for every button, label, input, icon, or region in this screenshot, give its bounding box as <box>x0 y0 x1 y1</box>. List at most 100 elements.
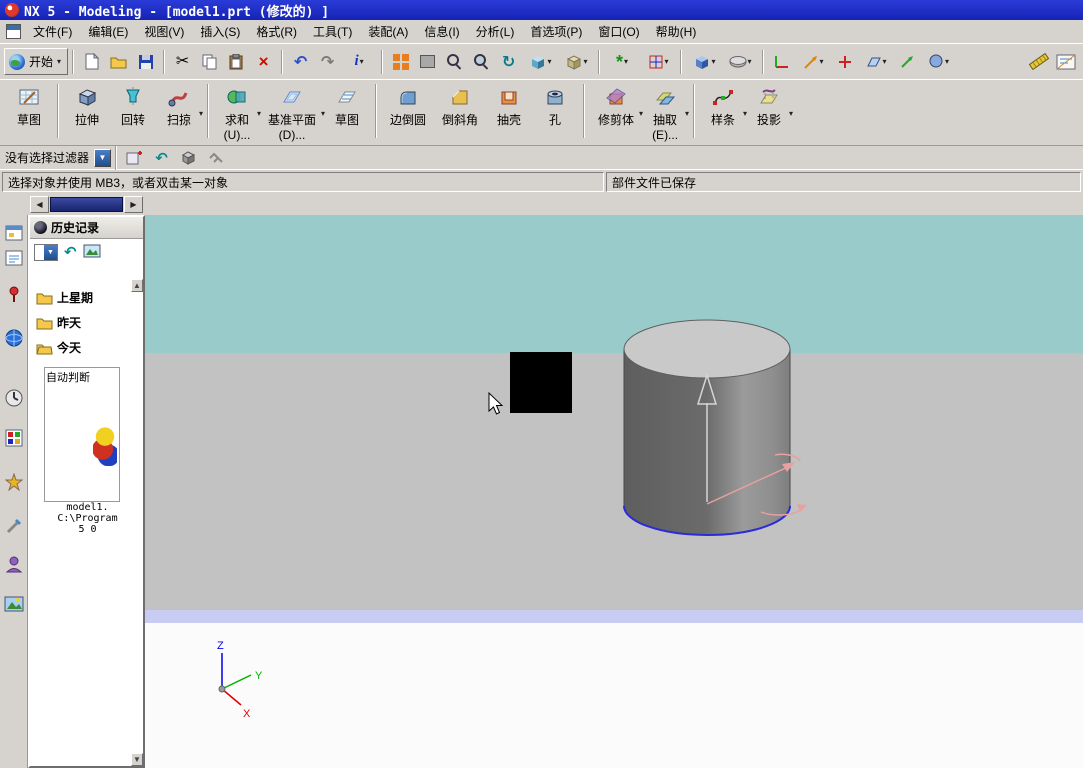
chamfer-button[interactable]: 倒斜角 <box>434 82 486 129</box>
chevron-down-icon[interactable]: ▾ <box>883 57 887 66</box>
cut-button[interactable]: ✂ <box>169 49 196 75</box>
part-navigator-icon[interactable] <box>3 247 25 269</box>
titlebar[interactable]: NX 5 - Modeling - [model1.prt (修改的) ] <box>0 0 1083 20</box>
fit-view-button[interactable] <box>387 49 414 75</box>
history-folder-today[interactable]: 今天 <box>36 335 139 360</box>
scroll-up-button[interactable]: ▲ <box>131 279 143 292</box>
menu-view[interactable]: 视图(V) <box>136 20 192 43</box>
project-curve-button[interactable]: 投影 ▾ <box>746 82 792 129</box>
sweep-button[interactable]: 扫掠 ▾ <box>156 82 202 129</box>
revolve-button[interactable]: 回转 <box>110 82 156 129</box>
chevron-down-icon[interactable]: ▾ <box>548 57 552 66</box>
system-materials-icon[interactable] <box>3 427 25 449</box>
menu-assemblies[interactable]: 装配(A) <box>360 20 416 43</box>
menu-help[interactable]: 帮助(H) <box>648 20 705 43</box>
roles-user-icon[interactable] <box>3 553 25 575</box>
graphics-window[interactable]: Z Y X <box>145 215 1083 768</box>
chevron-down-icon[interactable]: ▾ <box>584 57 588 66</box>
start-button[interactable]: 开始 ▾ <box>4 48 68 75</box>
chevron-down-icon[interactable]: ▾ <box>748 57 752 66</box>
hole-button[interactable]: 孔 <box>532 82 578 129</box>
datum-plane-button[interactable]: 基准平面 (D)... ▾ <box>260 82 324 143</box>
tools-icon[interactable] <box>3 515 25 537</box>
menu-edit[interactable]: 编辑(E) <box>80 20 136 43</box>
render-style-button[interactable]: ▾ <box>722 49 758 75</box>
curve-rule-button[interactable]: *▾ <box>604 49 640 75</box>
shaded-style-button[interactable]: ▾ <box>522 49 558 75</box>
chevron-down-icon[interactable]: ▾ <box>789 109 793 118</box>
raise-selection-button[interactable] <box>202 145 229 171</box>
history-palette-header[interactable]: 历史记录 <box>30 217 143 239</box>
shell-button[interactable]: 抽壳 <box>486 82 532 129</box>
chevron-down-icon[interactable]: ▾ <box>360 57 364 66</box>
assembly-navigator-icon[interactable] <box>3 222 25 244</box>
menu-information[interactable]: 信息(I) <box>416 20 467 43</box>
scene-image-icon[interactable] <box>3 593 25 615</box>
drafting-button[interactable] <box>1052 49 1079 75</box>
trim-body-button[interactable]: 修剪体 ▾ <box>590 82 642 129</box>
menu-preferences[interactable]: 首选项(P) <box>522 20 590 43</box>
vector-dialog-button[interactable] <box>894 49 921 75</box>
menu-insert[interactable]: 插入(S) <box>192 20 248 43</box>
sketch-plane-button[interactable]: 草图 <box>324 82 370 129</box>
menu-file[interactable]: 文件(F) <box>25 20 80 43</box>
menu-window[interactable]: 窗口(O) <box>590 20 647 43</box>
sketch-button[interactable]: 草图 <box>6 82 52 129</box>
point-dialog-button[interactable] <box>831 49 858 75</box>
extract-button[interactable]: 抽取 (E)... ▾ <box>642 82 688 143</box>
chevron-down-icon[interactable]: ▾ <box>665 57 669 66</box>
zoom-box-button[interactable] <box>441 49 468 75</box>
chevron-down-icon[interactable]: ▾ <box>57 57 61 66</box>
chevron-down-icon[interactable]: ▾ <box>199 109 203 118</box>
measure-distance-button[interactable] <box>1025 49 1052 75</box>
history-folder-yesterday[interactable]: 昨天 <box>36 310 139 335</box>
chevron-down-icon[interactable]: ▾ <box>945 57 949 66</box>
reset-filter-button[interactable]: ↶ <box>148 145 175 171</box>
wcs-origin-button[interactable]: ▾ <box>795 49 831 75</box>
copy-button[interactable] <box>196 49 223 75</box>
palette-icon[interactable] <box>3 471 25 493</box>
history-scrollbar[interactable]: ▲ ▼ <box>131 279 143 766</box>
save-button[interactable] <box>132 49 159 75</box>
snap-point-button[interactable]: ▾ <box>640 49 676 75</box>
undo-button[interactable]: ↶ <box>287 49 314 75</box>
history-back-button[interactable]: ↶ <box>64 243 77 261</box>
redo-button[interactable]: ↷ <box>314 49 341 75</box>
model-thumbnail[interactable] <box>93 424 117 466</box>
part-preview-box[interactable]: 自动判断 <box>44 367 120 502</box>
information-button[interactable]: i▾ <box>341 49 377 75</box>
extrude-button[interactable]: 拉伸 <box>64 82 110 129</box>
menu-tools[interactable]: 工具(T) <box>305 20 360 43</box>
tab-scroll-right-button[interactable]: ▶ <box>124 196 143 213</box>
orient-view-button[interactable]: ▾ <box>686 49 722 75</box>
history-folder-lastweek[interactable]: 上星期 <box>36 285 139 310</box>
graphics-canvas[interactable]: Z Y X <box>145 215 1083 768</box>
open-file-button[interactable] <box>105 49 132 75</box>
zoom-in-out-button[interactable] <box>468 49 495 75</box>
chevron-down-icon[interactable]: ▾ <box>820 57 824 66</box>
solid-body-filter-button[interactable] <box>175 145 202 171</box>
web-browser-icon[interactable] <box>3 327 25 349</box>
tab-scroll-left-button[interactable]: ◀ <box>30 196 49 213</box>
spline-button[interactable]: 样条 ▾ <box>700 82 746 129</box>
paste-button[interactable] <box>223 49 250 75</box>
history-preview-button[interactable] <box>83 244 101 261</box>
unite-button[interactable]: 求和 (U)... ▾ <box>214 82 260 143</box>
rotate-view-button[interactable]: ↻ <box>495 49 522 75</box>
history-icon[interactable] <box>3 387 25 409</box>
selection-filter-dropdown[interactable]: ▼ <box>94 149 111 167</box>
history-filter-combo[interactable]: ▼ <box>34 244 58 261</box>
edge-blend-button[interactable]: 边倒圆 <box>382 82 434 129</box>
active-palette-tab[interactable] <box>50 197 123 212</box>
chevron-down-icon[interactable]: ▾ <box>624 57 628 66</box>
shaded-region-button[interactable] <box>414 49 441 75</box>
general-selection-filter-button[interactable] <box>121 145 148 171</box>
plane-dialog-button[interactable]: ▾ <box>858 49 894 75</box>
cylinder-top-face[interactable] <box>624 320 790 378</box>
menu-format[interactable]: 格式(R) <box>248 20 305 43</box>
scroll-down-button[interactable]: ▼ <box>131 753 143 766</box>
coordinate-system-button[interactable]: ▾ <box>921 49 957 75</box>
wcs-dynamics-button[interactable] <box>768 49 795 75</box>
delete-button[interactable]: × <box>250 49 277 75</box>
chevron-down-icon[interactable]: ▾ <box>685 109 689 118</box>
